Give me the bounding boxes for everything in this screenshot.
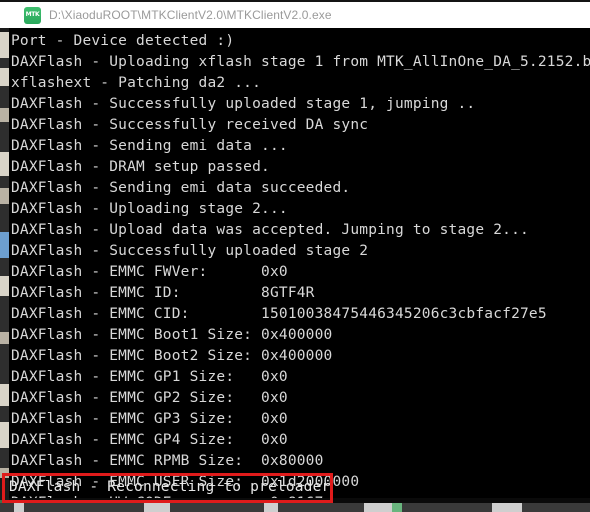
sliver-chip: [0, 296, 9, 332]
strip-segment: [492, 503, 522, 512]
console-line: DAXFlash - DRAM setup passed.: [11, 159, 270, 175]
screen-root: MTK D:\XiaoduROOT\MTKClientV2.0\MTKClien…: [0, 0, 590, 512]
strip-segment: [24, 503, 144, 512]
console-line-list: Port - Device detected :) DAXFlash - Uplo…: [9, 31, 590, 498]
console-line: DAXFlash - EMMC RPMB Size: 0x80000: [11, 453, 324, 469]
console-line: DAXFlash - Successfully received DA sync: [11, 117, 369, 133]
console-line: DAXFlash - Successfully uploaded stage 2: [11, 243, 369, 259]
sliver-chip: [0, 152, 9, 176]
console-line: DAXFlash - EMMC CID: 1501003847544634520…: [11, 306, 547, 322]
sliver-chip: [0, 32, 9, 58]
strip-segment: [392, 503, 402, 512]
strip-segment: [522, 503, 590, 512]
console-line: DAXFlash - EMMC FWVer: 0x0: [11, 264, 288, 280]
sliver-chip: [0, 276, 9, 296]
sliver-chip: [0, 188, 9, 204]
console-line-highlighted: DAXFlash - Reconnecting to preloader: [9, 479, 331, 495]
console-line: DAXFlash - EMMC Boot2 Size: 0x400000: [11, 348, 333, 364]
console-line: DAXFlash - EMMC GP4 Size: 0x0: [11, 432, 288, 448]
console-line: DAXFlash - EMMC GP2 Size: 0x0: [11, 390, 288, 406]
console-line: xflashext - Patching da2 ...: [11, 75, 262, 91]
sliver-chip: [0, 406, 9, 422]
console-line: DAXFlash - Sending emi data ...: [11, 138, 288, 154]
sliver-chip: [0, 68, 9, 86]
sliver-chip: [0, 448, 9, 468]
window-titlebar[interactable]: MTK D:\XiaoduROOT\MTKClientV2.0\MTKClien…: [0, 0, 590, 28]
sliver-chip: [0, 58, 9, 68]
console-line: Port - Device detected :): [11, 33, 235, 49]
strip-segment: [144, 503, 170, 512]
console-line: DAXFlash - Uploading xflash stage 1 from…: [11, 54, 590, 70]
strip-segment: [402, 503, 492, 512]
console-line: DAXFlash - Uploading stage 2...: [11, 201, 288, 217]
console-line: DAXFlash - EMMC GP3 Size: 0x0: [11, 411, 288, 427]
strip-segment: [14, 503, 24, 512]
console-line: DAXFlash - Sending emi data succeeded.: [11, 180, 351, 196]
console-output-area[interactable]: Port - Device detected :) DAXFlash - Uplo…: [9, 28, 590, 498]
strip-segment: [264, 503, 278, 512]
console-line: DAXFlash - EMMC ID: 8GTF4R: [11, 285, 315, 301]
strip-segment: [364, 503, 392, 512]
sliver-chip: [0, 384, 9, 406]
strip-segment: [0, 503, 14, 512]
console-line: DAXFlash - Successfully uploaded stage 1…: [11, 96, 476, 112]
strip-segment: [278, 503, 364, 512]
background-window-sliver: [0, 0, 9, 512]
sliver-chip: [0, 176, 9, 188]
console-line: DAXFlash - Upload data was accepted. Jum…: [11, 222, 529, 238]
mtk-app-icon: MTK: [24, 6, 41, 24]
desktop-bottom-strip: [0, 503, 590, 512]
sliver-chip: [0, 332, 9, 344]
sliver-chip: [0, 258, 9, 276]
strip-segment: [170, 503, 264, 512]
console-line: DAXFlash - EMMC GP1 Size: 0x0: [11, 369, 288, 385]
sliver-chip: [0, 86, 9, 108]
sliver-chip: [0, 232, 9, 258]
console-line: DAXFlash - EMMC Boot1 Size: 0x400000: [11, 327, 333, 343]
sliver-chip: [0, 108, 9, 122]
app-icon-label: MTK: [25, 11, 40, 18]
sliver-chip: [0, 204, 9, 232]
window-title: D:\XiaoduROOT\MTKClientV2.0\MTKClientV2.…: [49, 8, 332, 22]
sliver-chip: [0, 422, 9, 448]
sliver-chip: [0, 344, 9, 384]
sliver-chip: [0, 122, 9, 152]
